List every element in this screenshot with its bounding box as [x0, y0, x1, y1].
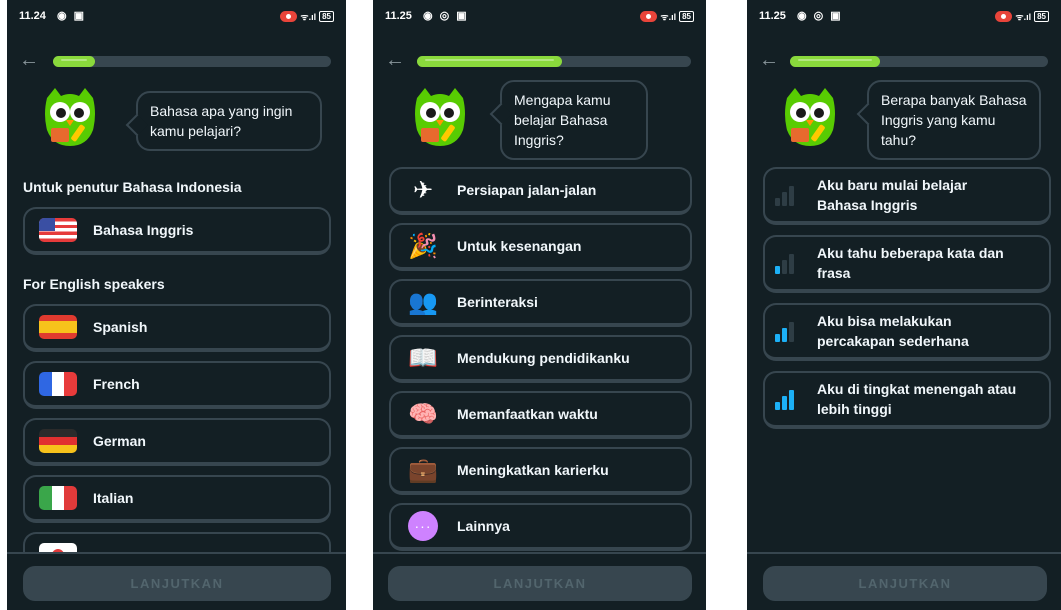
option-label: Memanfaatkan waktu	[457, 406, 598, 422]
people-icon: 👥	[408, 288, 438, 316]
back-arrow-icon[interactable]: ←	[759, 50, 779, 70]
question-text: Mengapa kamu belajar Bahasa Inggris?	[514, 92, 611, 148]
option-label: Italian	[93, 490, 134, 506]
option-label: Aku baru mulai belajar Bahasa Inggris	[817, 177, 968, 213]
option-level-intermediate[interactable]: Aku di tingkat menengah atau lebih tingg…	[763, 371, 1051, 429]
record-icon	[640, 11, 658, 22]
option-education[interactable]: 📖 Mendukung pendidikanku	[389, 335, 692, 383]
status-bar: 11.25 ◉ ◎ ▣ ᯤ.ıl 85	[759, 10, 1049, 26]
option-french[interactable]: French	[23, 361, 331, 409]
duo-owl-icon	[415, 88, 465, 146]
screen-proficiency-select: 11.25 ◉ ◎ ▣ ᯤ.ıl 85 ← Berapa banyak Baha…	[747, 0, 1061, 610]
back-arrow-icon[interactable]: ←	[385, 50, 405, 70]
duo-owl-icon	[785, 88, 835, 146]
speech-bubble: Mengapa kamu belajar Bahasa Inggris?	[500, 80, 648, 160]
notification-icons: ◉ ◎ ▣	[797, 10, 843, 22]
option-level-words[interactable]: Aku tahu beberapa kata dan frasa	[763, 235, 1051, 293]
status-time: 11.25	[385, 10, 412, 22]
book-icon: 📖	[408, 344, 438, 372]
france-flag-icon	[39, 372, 77, 396]
option-career[interactable]: 💼 Meningkatkan karierku	[389, 447, 692, 495]
briefcase-icon: 💼	[408, 456, 438, 484]
italy-flag-icon	[39, 486, 77, 510]
option-interact[interactable]: 👥 Berinteraksi	[389, 279, 692, 327]
level-bars-icon	[775, 388, 801, 410]
option-label: Persiapan jalan-jalan	[457, 182, 597, 198]
level-bars-icon	[775, 320, 801, 342]
option-label: Meningkatkan karierku	[457, 462, 609, 478]
option-english[interactable]: Bahasa Inggris	[23, 207, 331, 255]
option-label: Aku di tingkat menengah atau lebih tingg…	[817, 381, 1017, 417]
status-right: ᯤ.ıl 85	[280, 10, 334, 23]
notification-icons: ◉ ◎ ▣	[423, 10, 469, 22]
us-flag-icon	[39, 218, 77, 242]
section-heading-english: For English speakers	[23, 276, 165, 292]
airplane-icon: ✈	[412, 176, 434, 204]
duo-owl-icon	[45, 88, 95, 146]
progress-fill	[417, 56, 563, 67]
question-text: Berapa banyak Bahasa Inggris yang kamu t…	[881, 92, 1027, 148]
bottom-bar: LANJUTKAN	[373, 552, 706, 610]
question-text: Bahasa apa yang ingin kamu pelajari?	[150, 103, 293, 139]
option-spanish[interactable]: Spanish	[23, 304, 331, 352]
option-level-conversation[interactable]: Aku bisa melakukan percakapan sederhana	[763, 303, 1051, 361]
option-german[interactable]: German	[23, 418, 331, 466]
brain-icon: 🧠	[408, 400, 438, 428]
germany-flag-icon	[39, 429, 77, 453]
bottom-bar: LANJUTKAN	[7, 552, 346, 610]
continue-button[interactable]: LANJUTKAN	[763, 566, 1047, 601]
status-bar: 11.24 ◉ ▣ ᯤ.ıl 85	[19, 10, 334, 26]
screen-language-select: 11.24 ◉ ▣ ᯤ.ıl 85 ← Bahasa apa yang ingi…	[7, 0, 346, 610]
option-travel[interactable]: ✈ Persiapan jalan-jalan	[389, 167, 692, 215]
option-level-beginner[interactable]: Aku baru mulai belajar Bahasa Inggris	[763, 167, 1051, 225]
spain-flag-icon	[39, 315, 77, 339]
battery-icon: 85	[319, 11, 334, 22]
option-label: French	[93, 376, 140, 392]
option-time[interactable]: 🧠 Memanfaatkan waktu	[389, 391, 692, 439]
party-popper-icon: 🎉	[408, 232, 438, 260]
option-label: Lainnya	[457, 518, 510, 534]
screen-motivation-select: 11.25 ◉ ◎ ▣ ᯤ.ıl 85 ← Mengapa kamu belaj…	[373, 0, 706, 610]
option-label: Mendukung pendidikanku	[457, 350, 630, 366]
back-arrow-icon[interactable]: ←	[19, 50, 39, 70]
signal-icon: ᯤ.ıl	[300, 12, 317, 22]
progress-fill	[790, 56, 881, 67]
record-icon	[280, 11, 298, 22]
record-icon	[995, 11, 1013, 22]
option-label: Aku tahu beberapa kata dan frasa	[817, 245, 1004, 281]
option-label: Aku bisa melakukan percakapan sederhana	[817, 313, 969, 349]
notification-icons: ◉ ▣	[57, 10, 87, 22]
option-label: Untuk kesenangan	[457, 238, 582, 254]
status-bar: 11.25 ◉ ◎ ▣ ᯤ.ıl 85	[385, 10, 694, 26]
speech-bubble: Bahasa apa yang ingin kamu pelajari?	[136, 91, 322, 151]
option-label: Berinteraksi	[457, 294, 538, 310]
status-right: ᯤ.ıl 85	[995, 10, 1049, 23]
status-right: ᯤ.ıl 85	[640, 10, 694, 23]
signal-icon: ᯤ.ıl	[1015, 12, 1032, 22]
level-bars-icon	[775, 184, 801, 206]
battery-icon: 85	[1034, 11, 1049, 22]
signal-icon: ᯤ.ıl	[660, 12, 677, 22]
option-label: Spanish	[93, 319, 148, 335]
option-label: Bahasa Inggris	[93, 222, 194, 238]
level-bars-icon	[775, 252, 801, 274]
progress-bar	[417, 56, 691, 67]
option-italian[interactable]: Italian	[23, 475, 331, 523]
continue-button[interactable]: LANJUTKAN	[23, 566, 331, 601]
section-heading-indonesian: Untuk penutur Bahasa Indonesia	[23, 179, 242, 195]
progress-bar	[790, 56, 1048, 67]
battery-icon: 85	[679, 11, 694, 22]
continue-button[interactable]: LANJUTKAN	[388, 566, 692, 601]
option-other[interactable]: ··· Lainnya	[389, 503, 692, 551]
progress-fill	[53, 56, 95, 67]
progress-bar	[53, 56, 331, 67]
speech-bubble: Berapa banyak Bahasa Inggris yang kamu t…	[867, 80, 1041, 160]
bottom-bar: LANJUTKAN	[747, 552, 1061, 610]
status-time: 11.24	[19, 10, 46, 22]
option-fun[interactable]: 🎉 Untuk kesenangan	[389, 223, 692, 271]
status-time: 11.25	[759, 10, 786, 22]
option-label: German	[93, 433, 146, 449]
more-icon: ···	[405, 510, 441, 542]
